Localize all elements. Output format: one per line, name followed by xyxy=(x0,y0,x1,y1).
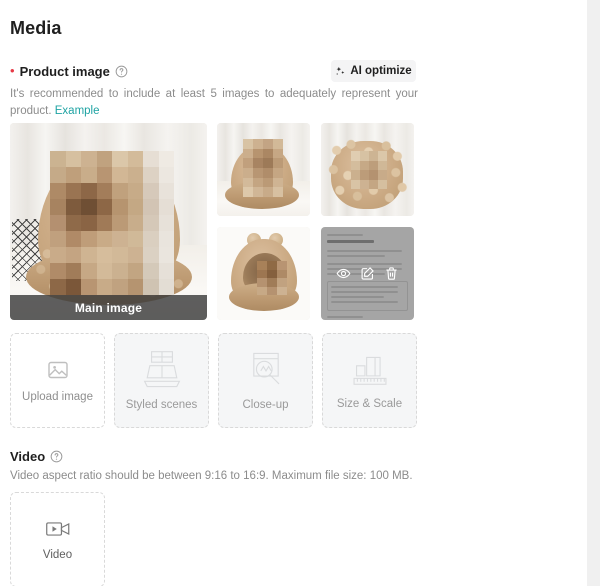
delete-icon[interactable] xyxy=(384,266,399,281)
magnifier-icon xyxy=(252,352,279,385)
video-card-label: Video xyxy=(42,549,73,561)
image-icon xyxy=(47,361,68,379)
product-photo-3[interactable] xyxy=(321,123,414,216)
product-photo-2[interactable] xyxy=(217,123,310,216)
photo-4-content xyxy=(217,227,310,320)
required-marker: • xyxy=(10,63,15,78)
ruler-boxes-icon xyxy=(352,356,387,385)
question-circle-icon[interactable] xyxy=(50,450,63,463)
video-camera-icon xyxy=(45,522,69,536)
styled-scenes-label: Styled scenes xyxy=(125,399,198,411)
product-photo-main[interactable]: Main image xyxy=(10,123,207,320)
sparkle-icon xyxy=(336,66,345,75)
panel-right-edge xyxy=(587,0,600,586)
size-scale-card[interactable]: Size & Scale xyxy=(322,333,417,428)
close-up-label: Close-up xyxy=(242,399,289,411)
ai-optimize-label: AI optimize xyxy=(350,65,412,77)
styled-scene-icon xyxy=(143,351,180,388)
mosaic-censor xyxy=(257,261,287,295)
image-hover-actions xyxy=(321,227,414,320)
edit-icon[interactable] xyxy=(360,266,375,281)
close-up-card[interactable]: Close-up xyxy=(218,333,313,428)
upload-image-label: Upload image xyxy=(22,391,93,403)
example-link[interactable]: Example xyxy=(55,105,100,117)
product-photo-4[interactable] xyxy=(217,227,310,320)
mosaic-censor xyxy=(50,151,174,295)
mosaic-censor xyxy=(243,139,283,197)
video-hint: Video aspect ratio should be between 9:1… xyxy=(10,470,413,482)
media-panel: Media • Product image AI optimize It's r… xyxy=(0,0,587,586)
styled-scenes-card[interactable]: Styled scenes xyxy=(114,333,209,428)
page-title: Media xyxy=(10,18,62,38)
product-image-label: Product image xyxy=(19,64,110,79)
upload-video-card[interactable]: Video xyxy=(10,492,105,586)
video-label: Video xyxy=(10,449,46,464)
product-document-5[interactable] xyxy=(321,227,414,320)
size-scale-label: Size & Scale xyxy=(336,398,403,410)
product-image-label-row: • Product image xyxy=(10,64,128,79)
question-circle-icon[interactable] xyxy=(115,65,128,78)
upload-image-card[interactable]: Upload image xyxy=(10,333,105,428)
photo-2-content xyxy=(217,123,310,216)
product-image-hint: It's recommended to include at least 5 i… xyxy=(10,86,418,120)
preview-icon[interactable] xyxy=(336,266,351,281)
main-photo-content xyxy=(10,123,207,320)
ai-optimize-button[interactable]: AI optimize xyxy=(331,60,416,82)
main-image-badge: Main image xyxy=(10,295,207,320)
mosaic-censor xyxy=(351,151,387,189)
photo-3-content xyxy=(321,123,414,216)
video-label-row: Video xyxy=(10,449,63,464)
